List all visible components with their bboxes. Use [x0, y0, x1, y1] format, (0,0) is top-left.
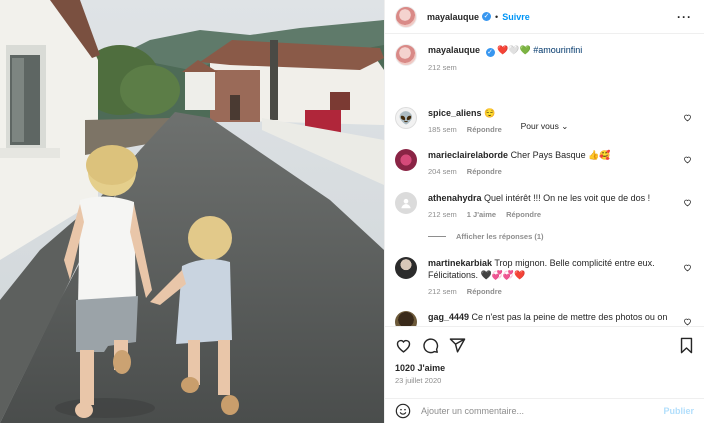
heart-icon[interactable] — [683, 155, 692, 164]
reply-button[interactable]: Répondre — [506, 210, 541, 219]
verified-icon: ✓ — [485, 48, 495, 57]
default-avatar-icon — [401, 198, 411, 209]
view-replies-button[interactable]: Afficher les réponses (1) — [428, 232, 544, 241]
comment-text: 😌 — [484, 108, 496, 118]
caption-row: mayalauque ✓ ❤️🤍💚 #amourinfini 212 sem — [395, 44, 692, 72]
likes-count[interactable]: 1020 J'aime — [395, 363, 694, 373]
heart-icon[interactable] — [683, 113, 692, 122]
post-side-panel: mayalauque ✓ • Suivre ··· mayalauque ✓ ❤… — [384, 0, 704, 423]
post-modal: mayalauque ✓ • Suivre ··· mayalauque ✓ ❤… — [0, 0, 704, 423]
caption-emojis: ❤️🤍💚 — [497, 45, 531, 55]
view-replies-line — [428, 236, 446, 237]
post-header: mayalauque ✓ • Suivre ··· — [385, 0, 704, 34]
comment-text: Cher Pays Basque 👍🥰 — [510, 150, 611, 160]
comment-item: athenahydra Quel intérêt !!! On ne les v… — [395, 192, 692, 219]
author-username[interactable]: mayalauque — [427, 12, 479, 22]
comment-username[interactable]: athenahydra — [428, 193, 482, 203]
comment-age: 212 sem — [428, 287, 457, 296]
author-avatar[interactable] — [395, 5, 417, 28]
follow-button[interactable]: Suivre — [502, 12, 530, 22]
comment-item: martinekarbiak Trop mignon. Belle compli… — [395, 257, 692, 296]
comment-username[interactable]: gag_4449 — [428, 312, 469, 322]
comment-username[interactable]: spice_aliens — [428, 108, 482, 118]
comment-item: marieclairelaborde Cher Pays Basque 👍🥰 2… — [395, 149, 692, 176]
comment-text: Quel intérêt !!! On ne les voit que de d… — [484, 193, 651, 203]
comment-item: 👽 spice_aliens 😌 185 sem Répondre — [395, 107, 692, 134]
separator-dot: • — [495, 11, 499, 22]
comment-text: Ce n'est pas la peine de mettre des phot… — [471, 312, 668, 322]
reply-button[interactable]: Répondre — [467, 125, 502, 134]
comment-input[interactable] — [421, 406, 664, 416]
post-date: 23 juillet 2020 — [395, 376, 442, 385]
comment-avatar[interactable] — [395, 192, 417, 214]
comment-composer: Publier — [385, 398, 704, 423]
comment-likes[interactable]: 1 J'aime — [467, 210, 496, 219]
comment-item: gag_4449 Ce n'est pas la peine de mettre… — [395, 311, 692, 326]
bookmark-icon[interactable] — [679, 337, 694, 354]
caption-age: 212 sem — [428, 63, 457, 72]
comments-list[interactable]: mayalauque ✓ ❤️🤍💚 #amourinfini 212 sem P… — [385, 34, 704, 326]
comment-age: 185 sem — [428, 125, 457, 134]
heart-icon[interactable] — [683, 263, 692, 272]
share-icon[interactable] — [449, 337, 466, 354]
caption-username[interactable]: mayalauque — [428, 45, 480, 55]
post-photo[interactable] — [0, 0, 384, 423]
comment-avatar[interactable] — [395, 257, 417, 279]
comment-avatar[interactable] — [395, 149, 417, 171]
comment-avatar[interactable]: 👽 — [395, 107, 417, 129]
emoji-icon[interactable] — [395, 403, 411, 419]
comment-age: 204 sem — [428, 167, 457, 176]
caption-avatar[interactable] — [395, 44, 417, 66]
comment-icon[interactable] — [422, 337, 439, 354]
verified-icon: ✓ — [482, 12, 492, 21]
comment-age: 212 sem — [428, 210, 457, 219]
caption-hashtag[interactable]: #amourinfini — [533, 45, 582, 55]
more-icon[interactable]: ··· — [677, 10, 692, 24]
action-icons — [395, 335, 694, 355]
heart-icon[interactable] — [683, 198, 692, 207]
comment-username[interactable]: martinekarbiak — [428, 258, 492, 268]
comment-avatar[interactable] — [395, 311, 417, 326]
heart-icon[interactable] — [395, 337, 412, 354]
publish-button[interactable]: Publier — [663, 406, 694, 416]
comment-username[interactable]: marieclairelaborde — [428, 150, 508, 160]
reply-button[interactable]: Répondre — [467, 287, 502, 296]
view-replies-label: Afficher les réponses (1) — [456, 232, 544, 241]
post-actions: 1020 J'aime 23 juillet 2020 — [385, 326, 704, 390]
reply-button[interactable]: Répondre — [467, 167, 502, 176]
heart-icon[interactable] — [683, 317, 692, 326]
photo-illustration — [0, 0, 384, 423]
